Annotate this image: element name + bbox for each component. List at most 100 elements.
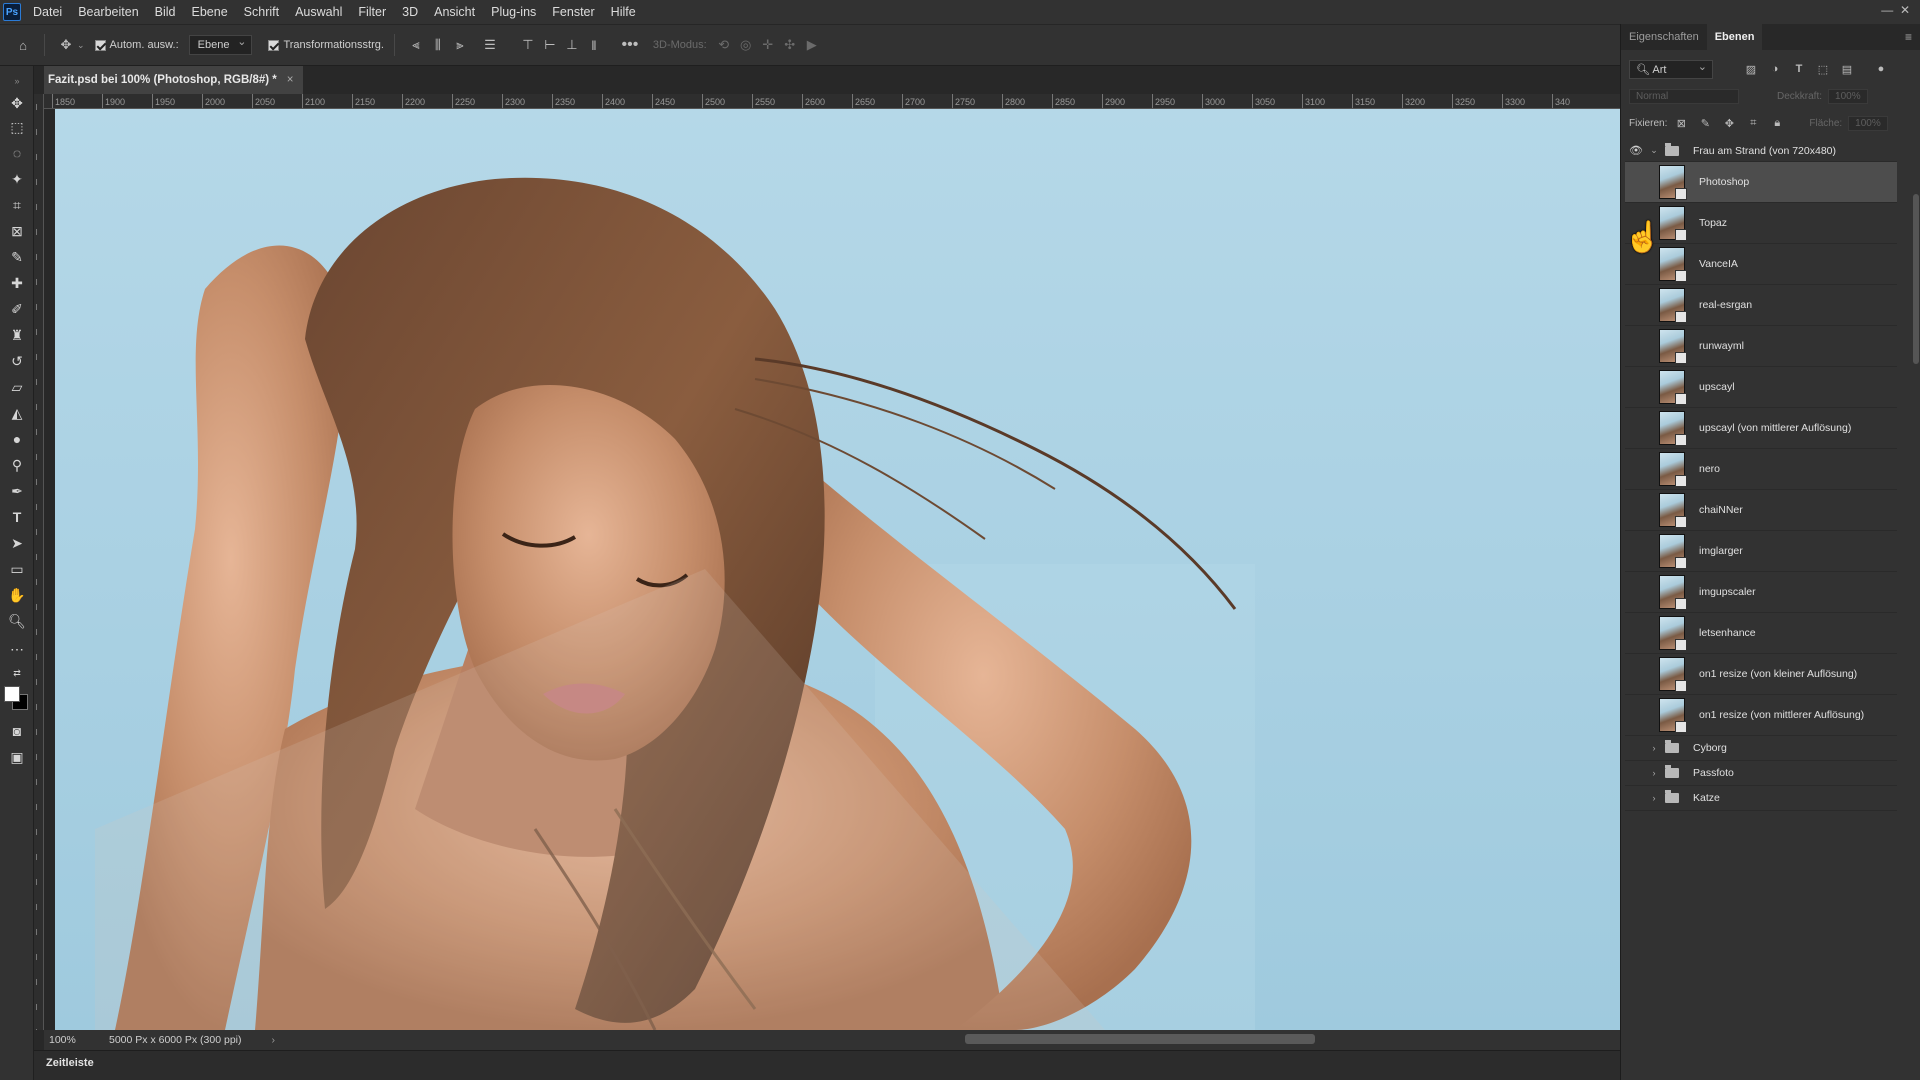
chevron-down-icon[interactable]: ⌄	[1649, 145, 1659, 156]
layer-filter-dropdown[interactable]: 🔍︎ Art	[1629, 59, 1713, 79]
chevron-right-icon[interactable]: ›	[1649, 793, 1659, 803]
visibility-toggle[interactable]	[1625, 613, 1647, 653]
lock-artboard-icon[interactable]: ⌗	[1743, 117, 1763, 130]
layer-row[interactable]: runwayml	[1625, 326, 1897, 367]
menu-schrift[interactable]: Schrift	[236, 0, 287, 24]
visibility-toggle[interactable]	[1625, 326, 1647, 366]
visibility-toggle[interactable]	[1625, 285, 1647, 325]
brush-icon[interactable]: ✐	[5, 298, 29, 320]
visibility-toggle[interactable]	[1625, 449, 1647, 489]
layer-row[interactable]: Photoshop	[1625, 162, 1897, 203]
layer-row[interactable]: upscayl (von mittlerer Auflösung)	[1625, 408, 1897, 449]
visibility-toggle[interactable]	[1625, 572, 1647, 612]
align-left-icon[interactable]: ⫷	[405, 34, 427, 56]
fill-value[interactable]: 100%	[1848, 115, 1888, 131]
move-tool-icon[interactable]: ✥	[55, 34, 77, 56]
align-center-icon[interactable]: ⫼	[427, 34, 449, 56]
menu-ebene[interactable]: Ebene	[184, 0, 236, 24]
distribute-vertical-icon[interactable]: ‖	[583, 34, 605, 56]
foreground-color-swatch[interactable]	[4, 686, 20, 702]
layer-row[interactable]: real-esrgan	[1625, 285, 1897, 326]
lasso-icon[interactable]: ◌	[5, 142, 29, 164]
healing-brush-icon[interactable]: ✚	[5, 272, 29, 294]
layer-row[interactable]: nero	[1625, 449, 1897, 490]
tab-ebenen[interactable]: Ebenen	[1706, 24, 1763, 50]
screen-mode-icon[interactable]: ▣	[5, 746, 29, 768]
visibility-toggle[interactable]	[1625, 695, 1647, 735]
document-tab[interactable]: Fazit.psd bei 100% (Photoshop, RGB/8#) *…	[44, 66, 304, 94]
layer-row[interactable]: upscayl	[1625, 367, 1897, 408]
menu-fenster[interactable]: Fenster	[544, 0, 602, 24]
menu-hilfe[interactable]: Hilfe	[603, 0, 644, 24]
move-tool-icon[interactable]: ✥	[5, 92, 29, 114]
lock-image-icon[interactable]: ✎	[1695, 117, 1715, 130]
path-selection-icon[interactable]: ➤	[5, 532, 29, 554]
zoom-level[interactable]: 100%	[44, 1034, 104, 1046]
rectangle-shape-icon[interactable]: ▭	[5, 558, 29, 580]
auto-select-checkbox[interactable]	[94, 39, 106, 51]
layer-group-closed[interactable]: › Cyborg	[1625, 736, 1897, 761]
layer-row[interactable]: on1 resize (von mittlerer Auflösung)	[1625, 695, 1897, 736]
document-info[interactable]: 5000 Px x 6000 Px (300 ppi)	[104, 1034, 242, 1046]
layer-row[interactable]: letsenhance	[1625, 613, 1897, 654]
menu-bild[interactable]: Bild	[147, 0, 184, 24]
3d-pan-icon[interactable]: ✛	[757, 34, 779, 56]
pen-icon[interactable]: ✒	[5, 480, 29, 502]
window-controls[interactable]: — ✕	[1881, 3, 1910, 17]
close-window-icon[interactable]: ✕	[1900, 3, 1910, 17]
layer-group-open[interactable]: 👁︎ ⌄ Frau am Strand (von 720x480)	[1625, 140, 1897, 162]
type-tool-icon[interactable]: T	[5, 506, 29, 528]
collapse-toolbar-icon[interactable]: »	[5, 70, 29, 92]
menu-auswahl[interactable]: Auswahl	[287, 0, 350, 24]
3d-slide-icon[interactable]: ✣	[779, 34, 801, 56]
layer-group-closed[interactable]: › Passfoto	[1625, 761, 1897, 786]
visibility-toggle[interactable]	[1625, 654, 1647, 694]
status-arrow-icon[interactable]: ›	[272, 1034, 276, 1046]
timeline-tab[interactable]: Zeitleiste	[46, 1057, 94, 1069]
close-tab-icon[interactable]: ×	[287, 74, 294, 86]
quick-mask-icon[interactable]: ◙	[5, 720, 29, 742]
lock-transparent-icon[interactable]: ⊠	[1671, 117, 1691, 130]
blur-icon[interactable]: ●	[5, 428, 29, 450]
filter-pixel-icon[interactable]: ▨	[1741, 63, 1761, 76]
magic-wand-icon[interactable]: ✦	[5, 168, 29, 190]
chevron-right-icon[interactable]: ›	[1649, 768, 1659, 778]
layer-group-closed[interactable]: › Katze	[1625, 786, 1897, 811]
menu-plugins[interactable]: Plug-ins	[483, 0, 544, 24]
minimize-icon[interactable]: —	[1881, 3, 1893, 17]
visibility-toggle[interactable]	[1625, 736, 1647, 760]
more-options-icon[interactable]: •••	[619, 34, 641, 56]
clone-stamp-icon[interactable]: ♜	[5, 324, 29, 346]
frame-icon[interactable]: ⊠	[5, 220, 29, 242]
align-right-icon[interactable]: ⫸	[449, 34, 471, 56]
menu-bearbeiten[interactable]: Bearbeiten	[70, 0, 146, 24]
lock-all-icon[interactable]: 🔒︎	[1767, 117, 1787, 130]
3d-orbit-icon[interactable]: ⟲	[713, 34, 735, 56]
lock-position-icon[interactable]: ✥	[1719, 117, 1739, 130]
eraser-icon[interactable]: ▱	[5, 376, 29, 398]
distribute-icon[interactable]: ☰	[479, 34, 501, 56]
more-tools-icon[interactable]: ⋯	[5, 638, 29, 660]
filter-adjustment-icon[interactable]: ◑	[1765, 63, 1785, 75]
visibility-toggle[interactable]	[1625, 367, 1647, 407]
3d-roll-icon[interactable]: ◎	[735, 34, 757, 56]
gradient-icon[interactable]: ◭	[5, 402, 29, 424]
visibility-eye-icon[interactable]: 👁︎	[1625, 140, 1647, 161]
layer-row[interactable]: imgupscaler	[1625, 572, 1897, 613]
tab-eigenschaften[interactable]: Eigenschaften	[1621, 24, 1707, 50]
blend-mode-dropdown[interactable]: Normal	[1629, 88, 1739, 104]
tool-preset-chevron-icon[interactable]: ⌄	[77, 40, 85, 51]
rectangular-marquee-icon[interactable]: ⬚	[5, 116, 29, 138]
visibility-toggle[interactable]	[1625, 761, 1647, 785]
filter-type-icon[interactable]: T	[1789, 63, 1809, 75]
menu-ansicht[interactable]: Ansicht	[426, 0, 483, 24]
filter-smart-object-icon[interactable]: ▤	[1837, 63, 1857, 76]
filter-toggle-icon[interactable]: ●	[1871, 63, 1891, 75]
visibility-toggle[interactable]	[1625, 408, 1647, 448]
zoom-tool-icon[interactable]: 🔍︎	[5, 610, 29, 632]
dodge-icon[interactable]: ⚲	[5, 454, 29, 476]
align-middle-icon[interactable]: ⊢	[539, 34, 561, 56]
align-bottom-icon[interactable]: ⊥	[561, 34, 583, 56]
panel-scrollbar[interactable]	[1913, 194, 1919, 364]
document-canvas[interactable]	[55, 109, 1620, 1030]
